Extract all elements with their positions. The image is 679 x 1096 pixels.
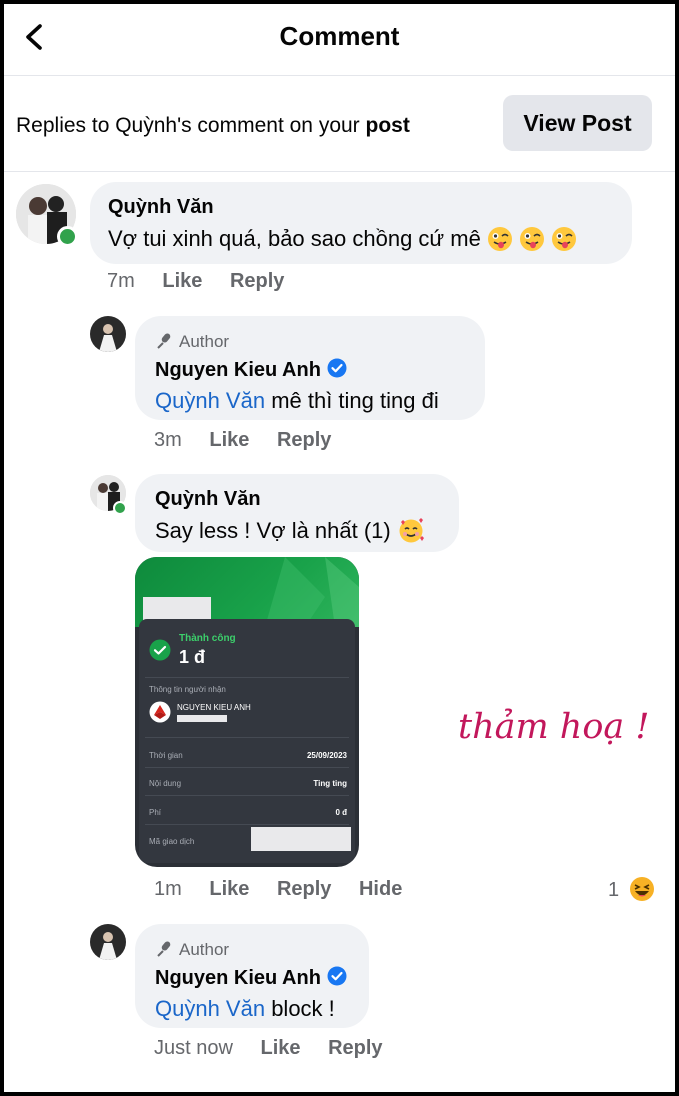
comment-text: Quỳnh Văn block ! (155, 996, 335, 1022)
comment-meta: Just now Like Reply (154, 1037, 383, 1060)
replies-caption-text: Replies to Quỳnh's comment on your (16, 114, 366, 137)
mention-link[interactable]: Quỳnh Văn (155, 996, 265, 1021)
hide-button[interactable]: Hide (359, 878, 402, 900)
comment-text: Vợ tui xinh quá, bảo sao chồng cứ mê (108, 226, 577, 258)
comment-bubble[interactable]: Quỳnh Văn Say less ! Vợ là nhất (1) (135, 474, 459, 552)
transfer-amount: 1 đ (179, 647, 206, 667)
page-title: Comment (279, 21, 400, 51)
author-tag: Author (155, 940, 229, 960)
comment-time: 7m (107, 270, 135, 292)
winking-tongue-emoji-icon (551, 226, 577, 258)
receipt-card: Thành công 1 đ Thông tin người nhận NGUY… (139, 619, 355, 863)
like-button[interactable]: Like (162, 270, 202, 292)
reply-button[interactable]: Reply (277, 878, 331, 900)
comment-bubble[interactable]: Quỳnh Văn Vợ tui xinh quá, bảo sao chồng… (90, 182, 632, 264)
success-check-icon (149, 639, 171, 661)
comment-text-content: block ! (265, 996, 335, 1021)
like-button[interactable]: Like (209, 878, 249, 900)
haha-reaction-icon (629, 877, 654, 901)
reaction-count: 1 (608, 879, 620, 901)
commenter-name[interactable]: Quỳnh Văn (155, 488, 261, 511)
commenter-name[interactable]: Nguyen Kieu Anh (155, 966, 347, 990)
verified-badge-icon (327, 966, 347, 986)
post-link[interactable]: post (366, 114, 410, 137)
microphone-icon (157, 333, 171, 349)
fee-label: Phí (149, 808, 162, 817)
commenter-name-text: Nguyen Kieu Anh (155, 359, 321, 381)
comment-meta: 7m Like Reply (107, 270, 284, 293)
divider (145, 737, 349, 738)
recipient-name: NGUYEN KIEU ANH (177, 703, 251, 712)
author-tag: Author (155, 332, 229, 352)
comment-text: Say less ! Vợ là nhất (1) (155, 516, 425, 550)
view-post-button[interactable]: View Post (503, 95, 652, 151)
recipient-label: Thông tin người nhận (149, 685, 226, 694)
comment-bubble[interactable]: Author Nguyen Kieu Anh Quỳnh Văn block ! (135, 924, 369, 1028)
receipt-image-attachment[interactable]: Thành công 1 đ Thông tin người nhận NGUY… (135, 557, 359, 867)
online-status-dot (57, 226, 78, 247)
reply-button[interactable]: Reply (230, 270, 284, 292)
replies-caption: Replies to Quỳnh's comment on your post (16, 114, 410, 138)
divider (145, 767, 349, 768)
smiling-face-with-hearts-emoji-icon (397, 516, 425, 550)
commenter-name[interactable]: Quỳnh Văn (108, 196, 214, 219)
reply-button[interactable]: Reply (328, 1037, 382, 1059)
commenter-name[interactable]: Nguyen Kieu Anh (155, 358, 347, 382)
winking-tongue-emoji-icon (487, 226, 513, 258)
online-status-dot (113, 501, 127, 515)
comment-meta: 1m Like Reply Hide (154, 878, 402, 901)
verified-badge-icon (327, 358, 347, 378)
bank-logo-icon (149, 701, 171, 723)
replies-bar: Replies to Quỳnh's comment on your post … (4, 78, 675, 172)
redacted-block (251, 827, 351, 851)
avatar[interactable] (90, 316, 126, 352)
content-value: Ting ting (313, 779, 347, 788)
comment-time: 1m (154, 878, 182, 900)
comment-bubble[interactable]: Author Nguyen Kieu Anh Quỳnh Văn mê thì … (135, 316, 485, 420)
content-label: Nội dung (149, 779, 182, 788)
like-button[interactable]: Like (209, 429, 249, 451)
microphone-icon (157, 941, 171, 957)
transaction-code-label: Mã giao dịch (149, 837, 195, 846)
fee-value: 0 đ (335, 808, 347, 817)
divider (145, 677, 349, 678)
comment-time: Just now (154, 1037, 233, 1059)
comment-meta: 3m Like Reply (154, 429, 331, 452)
comment-text-content: Say less ! Vợ là nhất (1) (155, 518, 391, 543)
mention-link[interactable]: Quỳnh Văn (155, 388, 265, 413)
avatar[interactable] (90, 924, 126, 960)
comment-text-content: mê thì ting ting đi (265, 388, 439, 413)
like-button[interactable]: Like (261, 1037, 301, 1059)
divider (145, 795, 349, 796)
redacted-block (177, 715, 227, 722)
divider (145, 824, 349, 825)
comment-screen: Comment Replies to Quỳnh's comment on yo… (4, 4, 675, 1092)
author-tag-label: Author (179, 940, 230, 959)
header: Comment (4, 4, 675, 76)
handwritten-annotation: thảm hoạ ! (458, 707, 650, 747)
reaction-summary[interactable]: 1 (608, 876, 655, 902)
winking-tongue-emoji-icon (519, 226, 545, 258)
commenter-name-text: Nguyen Kieu Anh (155, 967, 321, 989)
comment-text-content: Vợ tui xinh quá, bảo sao chồng cứ mê (108, 226, 481, 251)
transfer-status: Thành công (179, 633, 236, 644)
receipt-header-banner (135, 557, 359, 627)
comment-text: Quỳnh Văn mê thì ting ting đi (155, 388, 439, 414)
author-tag-label: Author (179, 332, 230, 351)
time-label: Thời gian (149, 751, 183, 760)
comment-time: 3m (154, 429, 182, 451)
reply-button[interactable]: Reply (277, 429, 331, 451)
time-value: 25/09/2023 (306, 751, 347, 760)
